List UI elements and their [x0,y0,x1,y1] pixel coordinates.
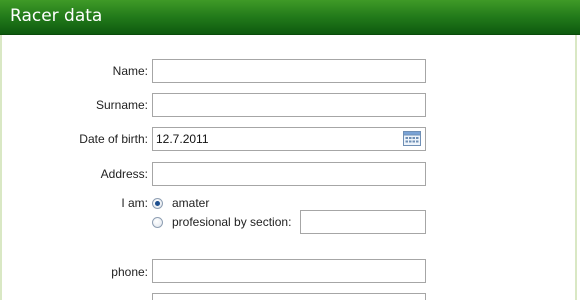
name-label: Name: [112,64,148,78]
calendar-icon[interactable] [403,131,421,146]
phone-input[interactable] [152,259,426,283]
dob-label: Date of birth: [79,132,148,146]
iam-label: I am: [121,196,148,210]
phone-label: phone: [111,265,148,279]
address-label: Address: [100,167,148,181]
next-field-input[interactable] [152,293,426,300]
dob-input[interactable] [152,127,426,151]
surname-label: Surname: [95,98,148,112]
section-input[interactable] [300,210,426,234]
radio-amater[interactable] [152,198,163,209]
header-bar: Racer data [0,0,580,35]
page-title: Racer data [10,6,103,26]
surname-input[interactable] [152,93,426,117]
name-input[interactable] [152,59,426,83]
address-input[interactable] [152,162,426,186]
radio-amater-label: amater [172,196,210,210]
radio-profesional-label: profesional by section: [172,215,292,229]
radio-profesional[interactable] [152,217,163,228]
